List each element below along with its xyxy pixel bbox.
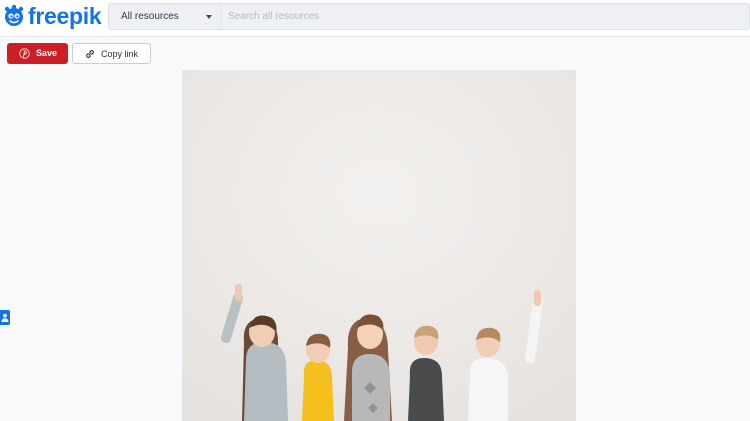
- link-icon: [86, 50, 94, 58]
- side-feedback-tab[interactable]: [0, 310, 10, 325]
- save-button[interactable]: Save: [7, 43, 68, 64]
- copy-link-label: Copy link: [101, 49, 139, 59]
- freepik-logo[interactable]: freepik: [2, 3, 102, 29]
- copy-link-button[interactable]: Copy link: [72, 43, 151, 64]
- search-input[interactable]: [221, 4, 749, 29]
- freepik-logo-icon: [4, 4, 24, 26]
- logo-wordmark: freepik: [28, 3, 102, 29]
- save-label: Save: [36, 48, 58, 58]
- person-icon: [1, 313, 9, 322]
- resource-filter-dropdown[interactable]: All resources: [109, 4, 221, 29]
- children-pointing-up-photo: [182, 70, 576, 421]
- search-bar: All resources: [108, 3, 750, 30]
- top-header: freepik All resources: [0, 0, 750, 37]
- pinterest-icon: [19, 48, 30, 59]
- preview-image[interactable]: [182, 70, 576, 421]
- caret-down-icon: [206, 15, 212, 19]
- resource-filter-label: All resources: [121, 11, 179, 22]
